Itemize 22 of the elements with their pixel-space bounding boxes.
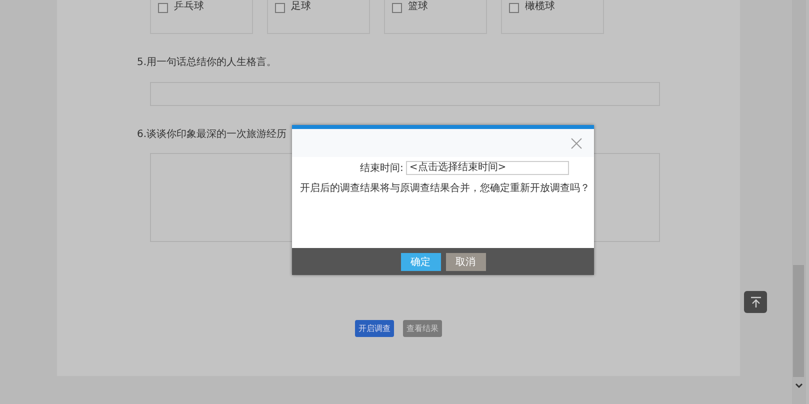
back-to-top-icon[interactable] [744, 291, 767, 313]
confirm-button[interactable]: 确定 [400, 252, 440, 270]
option-label: 足球 [291, 1, 311, 13]
confirm-message: 开启后的调查结果将与原调查结果合并，您确定重新开放调查吗？ [300, 182, 586, 195]
end-time-field[interactable]: <点击选择结束时间> [406, 161, 570, 175]
option-label: 乒乓球 [174, 1, 204, 13]
view-results-button[interactable]: 查看结果 [403, 320, 442, 337]
option-label: 篮球 [408, 1, 428, 13]
checkbox[interactable] [158, 3, 168, 13]
scrollbar-thumb[interactable] [793, 265, 804, 377]
start-survey-button[interactable]: 开启调查 [355, 320, 394, 337]
scrollbar[interactable] [792, 0, 806, 404]
question-title: 5.用一句话总结你的人生格言。 [137, 56, 278, 70]
close-icon[interactable] [571, 138, 582, 149]
field-label: 结束时间: [360, 162, 404, 175]
checkbox[interactable] [275, 3, 285, 13]
checkbox[interactable] [392, 3, 402, 13]
checkbox[interactable] [509, 3, 519, 13]
scroll-down-icon[interactable] [795, 383, 803, 389]
question-title: 6.谈谈你印象最深的一次旅游经历 [137, 128, 288, 142]
cancel-button[interactable]: 取消 [446, 252, 486, 270]
option-label: 橄榄球 [525, 1, 555, 13]
